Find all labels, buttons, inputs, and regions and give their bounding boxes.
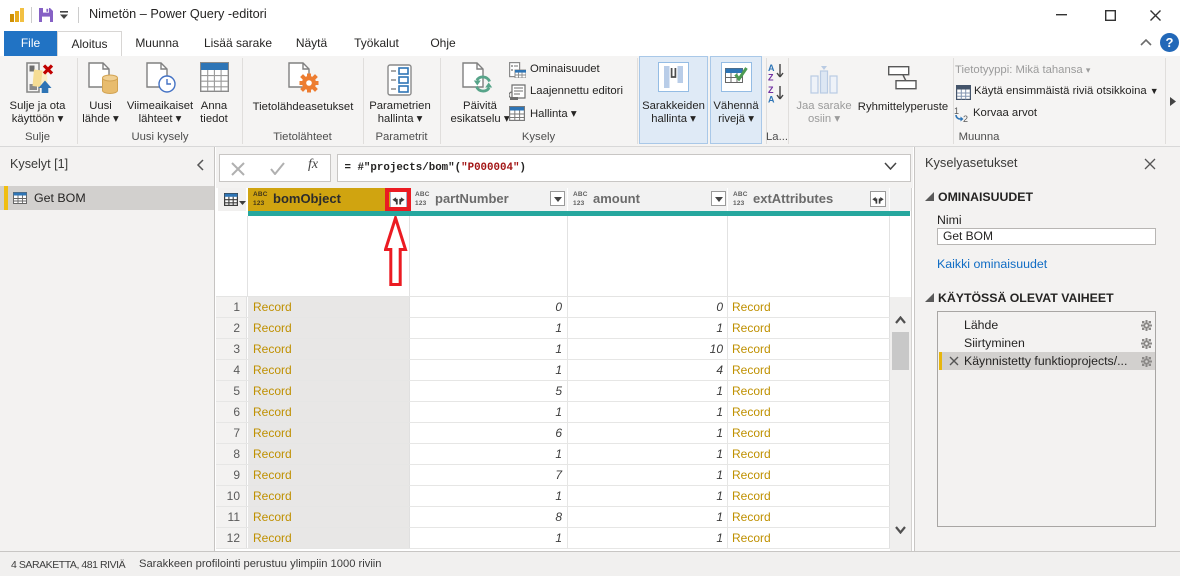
svg-text:1: 1 — [954, 106, 959, 116]
svg-text:A: A — [768, 95, 775, 104]
svg-text:2: 2 — [963, 114, 968, 123]
svg-text:?: ? — [1166, 35, 1174, 50]
svg-text:Z: Z — [768, 85, 774, 95]
svg-text:A: A — [768, 63, 775, 73]
svg-text:Z: Z — [768, 73, 774, 82]
